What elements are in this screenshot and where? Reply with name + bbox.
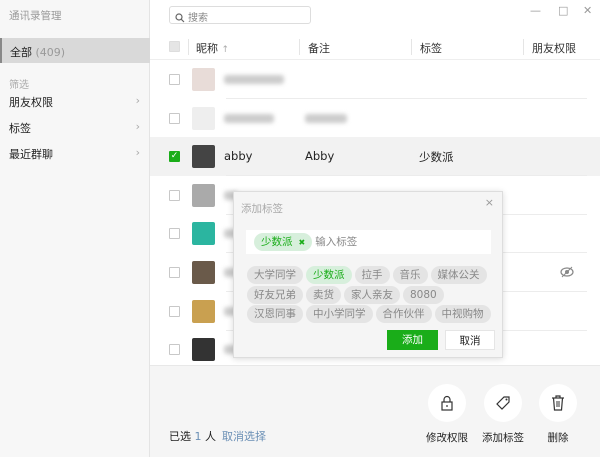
row-checkbox[interactable] bbox=[169, 344, 180, 356]
tag-icon bbox=[496, 396, 510, 410]
lock-icon bbox=[441, 395, 453, 411]
avatar bbox=[192, 106, 215, 130]
minimize-button[interactable]: — bbox=[530, 4, 541, 17]
deselect-link[interactable]: 取消选择 bbox=[222, 430, 266, 443]
bottom-bar: 已选 1 人取消选择 修改权限 添加标签 删除 bbox=[150, 365, 600, 457]
blurred-nickname bbox=[224, 113, 274, 123]
tag-chip[interactable]: 中小学同学 bbox=[306, 305, 373, 323]
tag-chip[interactable]: 拉手 bbox=[354, 266, 390, 284]
avatar bbox=[192, 261, 215, 284]
row-checkbox[interactable] bbox=[169, 112, 180, 124]
tag-chip[interactable]: 好友兄弟 bbox=[247, 285, 303, 304]
dialog-title: 添加标签 bbox=[241, 203, 283, 215]
avatar bbox=[192, 183, 215, 207]
add-tag-button[interactable]: 添加标签 bbox=[473, 384, 533, 445]
eye-hidden-icon bbox=[560, 266, 574, 278]
tag-chip[interactable]: 音乐 bbox=[392, 266, 428, 284]
avatar bbox=[192, 338, 215, 362]
selection-info: 已选 1 人取消选择 bbox=[169, 430, 266, 443]
search-icon bbox=[175, 13, 185, 23]
row-checkbox[interactable] bbox=[169, 189, 180, 201]
remark-cell: Abby bbox=[305, 149, 335, 164]
header-tag[interactable]: 标签 bbox=[420, 40, 442, 56]
table-row[interactable] bbox=[150, 60, 600, 99]
sidebar-item-all[interactable]: 全部 (409) bbox=[0, 38, 150, 63]
header-permission[interactable]: 朋友权限 bbox=[532, 40, 576, 56]
avatar bbox=[192, 145, 215, 169]
sidebar-item-label: 朋友权限 bbox=[9, 96, 53, 109]
tag-chip[interactable]: 媒体公关 bbox=[430, 266, 487, 284]
tag-chip[interactable]: 合作伙伴 bbox=[375, 305, 432, 323]
sort-arrow-icon: ↑ bbox=[221, 45, 230, 55]
all-count: (409) bbox=[35, 46, 66, 59]
tag-input[interactable]: 少数派 ✖ 输入标签 bbox=[246, 230, 491, 254]
table-header: 昵称 ↑ 备注 标签 朋友权限 bbox=[150, 34, 600, 60]
selected-tag-chip[interactable]: 少数派 ✖ bbox=[254, 233, 313, 251]
tag-chip[interactable]: 家人亲友 bbox=[344, 285, 400, 304]
row-checkbox[interactable]: ✓ bbox=[169, 151, 180, 163]
tag-chip[interactable]: 大学同学 bbox=[247, 266, 303, 284]
blurred-remark bbox=[305, 113, 347, 123]
add-tag-dialog: 添加标签 × 少数派 ✖ 输入标签 大学同学 少数派 拉手 音乐 媒体公关 好友兄弟 卖货 家人亲… bbox=[233, 191, 503, 358]
tag-chip[interactable]: 卖货 bbox=[306, 285, 341, 304]
chevron-right-icon: › bbox=[135, 94, 140, 107]
nickname-cell: abby bbox=[224, 149, 253, 164]
add-button[interactable]: 添加 bbox=[387, 330, 438, 350]
sidebar-item-tags[interactable]: 标签 › bbox=[0, 116, 150, 140]
all-label: 全部 bbox=[10, 46, 32, 59]
chevron-right-icon: › bbox=[135, 120, 140, 133]
tag-chip[interactable]: 少数派 bbox=[306, 266, 352, 284]
tag-suggestions: 大学同学 少数派 拉手 音乐 媒体公关好友兄弟 卖货 家人亲友 8080 汉恩同事 中小学同学 合作… bbox=[247, 265, 497, 324]
blurred-nickname bbox=[224, 75, 284, 84]
row-checkbox[interactable] bbox=[169, 74, 180, 85]
sidebar-item-label: 标签 bbox=[9, 122, 31, 135]
table-row[interactable] bbox=[150, 99, 600, 138]
header-nickname[interactable]: 昵称 ↑ bbox=[196, 40, 229, 56]
search-placeholder: 搜索 bbox=[188, 13, 208, 24]
delete-button[interactable]: 删除 bbox=[528, 384, 588, 445]
header-remark[interactable]: 备注 bbox=[308, 40, 330, 56]
tag-cell: 少数派 bbox=[419, 150, 454, 165]
tag-chip[interactable]: 中视购物 bbox=[434, 305, 491, 323]
edit-permission-button[interactable]: 修改权限 bbox=[417, 384, 477, 445]
select-all-checkbox[interactable] bbox=[169, 41, 180, 52]
table-row[interactable]: ✓ abby Abby 少数派 bbox=[150, 137, 600, 177]
tag-chip[interactable]: 8080 bbox=[403, 285, 444, 304]
tag-input-placeholder: 输入标签 bbox=[315, 236, 358, 248]
sidebar-item-label: 最近群聊 bbox=[9, 148, 53, 161]
avatar bbox=[192, 299, 215, 323]
trash-icon bbox=[552, 395, 564, 411]
search-input[interactable]: 搜索 bbox=[169, 6, 311, 24]
action-label: 删除 bbox=[547, 432, 569, 444]
action-label: 添加标签 bbox=[482, 432, 524, 444]
filter-heading: 筛选 bbox=[9, 80, 29, 91]
sidebar-item-recent-groups[interactable]: 最近群聊 › bbox=[0, 142, 150, 166]
action-label: 修改权限 bbox=[426, 432, 468, 444]
avatar bbox=[192, 68, 215, 91]
avatar bbox=[192, 222, 215, 246]
row-checkbox[interactable] bbox=[169, 267, 180, 278]
tag-chip[interactable]: 汉恩同事 bbox=[247, 305, 303, 323]
close-button[interactable]: ✕ bbox=[583, 4, 592, 17]
sidebar: 通讯录管理 全部 (409) 筛选 朋友权限 › 标签 › 最近群聊 › bbox=[0, 0, 150, 457]
row-checkbox[interactable] bbox=[169, 228, 180, 240]
app-title: 通讯录管理 bbox=[9, 10, 62, 22]
row-checkbox[interactable] bbox=[169, 305, 180, 317]
sidebar-item-friend-permission[interactable]: 朋友权限 › bbox=[0, 90, 150, 114]
dialog-close-icon[interactable]: × bbox=[485, 196, 494, 209]
cancel-button[interactable]: 取消 bbox=[445, 330, 495, 350]
maximize-button[interactable]: □ bbox=[558, 4, 568, 17]
chevron-right-icon: › bbox=[135, 146, 140, 159]
remove-tag-icon[interactable]: ✖ bbox=[299, 238, 306, 247]
